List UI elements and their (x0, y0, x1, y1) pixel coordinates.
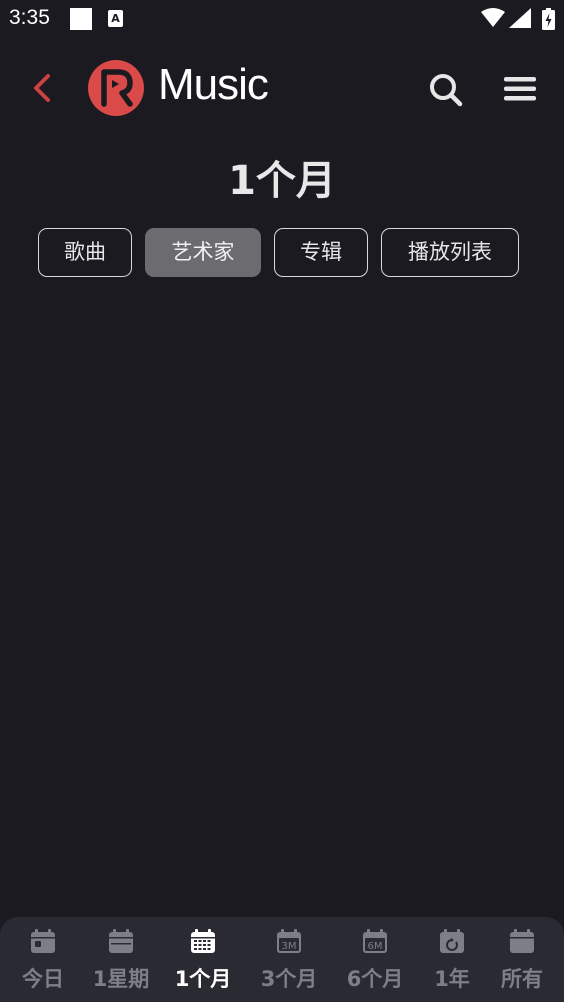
tab-playlists[interactable]: 播放列表 (381, 228, 519, 277)
calendar-day-icon (31, 929, 55, 953)
square-icon (70, 8, 92, 30)
nav-label-month: 1个月 (174, 967, 232, 991)
page-title: 1个月 (228, 158, 336, 204)
nav-label-week: 1星期 (92, 967, 150, 991)
nav-label-today: 今日 (22, 967, 64, 991)
calendar-6m-icon: 6M (363, 929, 387, 953)
bottom-nav: 今日 1星期 1个月 3M 3个月 6M 6个月 1年 所有 (0, 917, 564, 1002)
nav-today[interactable]: 今日 (4, 917, 82, 1002)
nav-label-3-months: 3个月 (260, 967, 318, 991)
battery-icon (542, 8, 555, 30)
status-time: 3:35 (9, 6, 50, 29)
tab-albums[interactable]: 专辑 (274, 228, 368, 277)
nav-label-6-months: 6个月 (346, 967, 404, 991)
app-title: Music (158, 60, 269, 109)
calendar-6m-icon-text: 6M (368, 941, 383, 952)
a-notification-icon: A (108, 10, 123, 27)
nav-year[interactable]: 1年 (418, 917, 486, 1002)
calendar-3m-icon-text: 3M (282, 941, 297, 952)
nav-label-year: 1年 (434, 967, 470, 991)
nav-month[interactable]: 1个月 (160, 917, 246, 1002)
calendar-week-icon (109, 929, 133, 953)
calendar-3m-icon: 3M (277, 929, 301, 953)
menu-icon[interactable] (500, 72, 540, 106)
nav-label-all: 所有 (501, 967, 543, 991)
app-header: Music (0, 50, 564, 128)
tab-artists[interactable]: 艺术家 (145, 228, 261, 277)
tab-songs[interactable]: 歌曲 (38, 228, 132, 277)
nav-3-months[interactable]: 3M 3个月 (246, 917, 332, 1002)
nav-week[interactable]: 1星期 (82, 917, 160, 1002)
wifi-icon (481, 8, 505, 27)
app-logo-icon (88, 60, 144, 116)
search-icon[interactable] (426, 70, 466, 110)
calendar-month-icon (191, 929, 215, 953)
content-area (0, 300, 564, 910)
status-bar: 3:35 A (0, 0, 564, 40)
calendar-all-icon (510, 929, 534, 953)
back-button[interactable] (28, 68, 60, 108)
category-tabs: 歌曲 艺术家 专辑 播放列表 (0, 228, 564, 278)
calendar-year-icon (440, 929, 464, 953)
nav-all[interactable]: 所有 (486, 917, 558, 1002)
nav-6-months[interactable]: 6M 6个月 (332, 917, 418, 1002)
signal-icon (509, 8, 531, 28)
